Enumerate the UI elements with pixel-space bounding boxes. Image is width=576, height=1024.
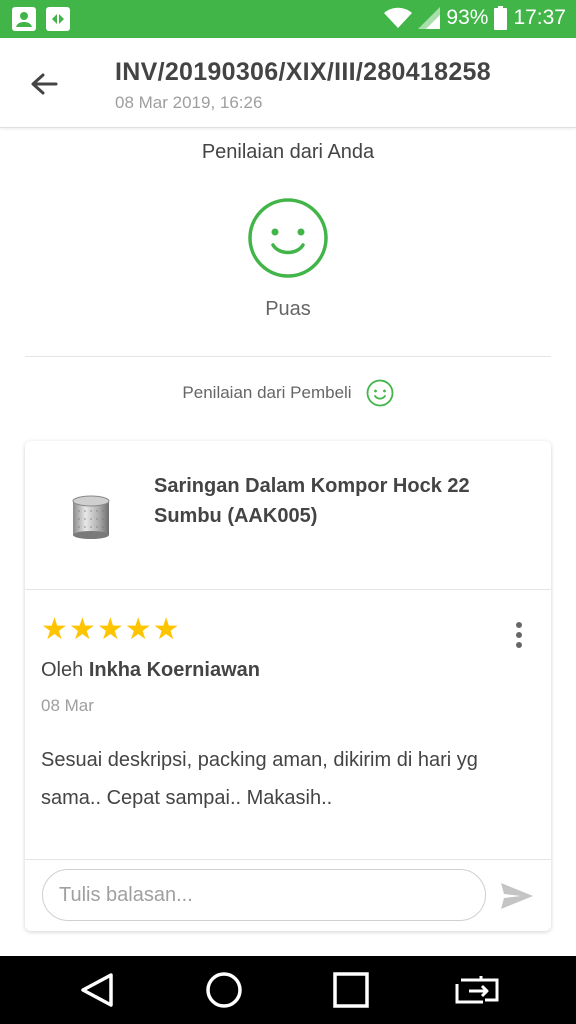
star-icon: ★ bbox=[152, 613, 180, 646]
product-name[interactable]: Saringan Dalam Kompor Hock 22 Sumbu (AAK… bbox=[154, 471, 524, 531]
card-divider bbox=[25, 859, 551, 860]
star-icon: ★ bbox=[68, 613, 96, 646]
buyer-rating-label: Penilaian dari Pembeli bbox=[182, 383, 352, 402]
reply-input[interactable] bbox=[42, 869, 486, 921]
your-rating-title: Penilaian dari Anda bbox=[201, 141, 375, 163]
review-text: Sesuai deskripsi, packing aman, dikirim … bbox=[41, 749, 478, 809]
star-rating: ★ ★ ★ ★ ★ bbox=[41, 615, 180, 645]
section-divider bbox=[25, 356, 551, 357]
signal-icon bbox=[418, 7, 441, 29]
smiley-icon bbox=[366, 379, 393, 407]
nav-home-icon bbox=[206, 972, 242, 1008]
invoice-datetime: 08 Mar 2019, 16:26 bbox=[115, 93, 263, 112]
review-date: 08 Mar bbox=[41, 696, 94, 715]
nav-home-button[interactable] bbox=[202, 970, 246, 1010]
product-image[interactable] bbox=[65, 489, 117, 541]
back-arrow-icon bbox=[31, 73, 58, 95]
rating-result-label: Puas bbox=[265, 298, 311, 320]
star-icon: ★ bbox=[41, 613, 68, 646]
battery-icon bbox=[494, 6, 508, 30]
star-icon: ★ bbox=[124, 613, 152, 646]
star-icon: ★ bbox=[96, 613, 124, 646]
battery-percent: 93% bbox=[446, 6, 489, 29]
nav-back-button[interactable] bbox=[75, 970, 119, 1010]
card-divider bbox=[25, 589, 551, 590]
wifi-icon bbox=[384, 7, 413, 28]
system-nav-bar bbox=[0, 956, 576, 1024]
contact-app-icon bbox=[12, 7, 36, 31]
smiley-icon bbox=[248, 198, 328, 278]
reviewer-name: Inkha Koerniawan bbox=[88, 659, 260, 681]
status-bar: 93% 17:37 bbox=[0, 0, 576, 38]
app-header: INV/20190306/XIX/III/280418258 08 Mar 20… bbox=[0, 38, 576, 128]
nav-switch-button[interactable] bbox=[455, 970, 499, 1010]
reviewer-prefix: Oleh bbox=[41, 659, 84, 681]
review-card: Saringan Dalam Kompor Hock 22 Sumbu (AAK… bbox=[25, 441, 551, 931]
nav-back-icon bbox=[81, 973, 113, 1007]
send-icon[interactable] bbox=[499, 881, 535, 911]
back-button[interactable] bbox=[22, 66, 66, 102]
screen-switch-icon bbox=[455, 976, 499, 1004]
invoice-number: INV/20190306/XIX/III/280418258 bbox=[115, 58, 491, 86]
nav-recents-button[interactable] bbox=[329, 970, 373, 1010]
buyer-rating: Penilaian dari Pembeli bbox=[0, 379, 576, 407]
nav-recents-icon bbox=[333, 972, 369, 1008]
store-app-icon bbox=[46, 7, 70, 31]
reviewer-line: Oleh Inkha Koerniawan bbox=[41, 659, 260, 682]
clock: 17:37 bbox=[513, 6, 566, 29]
more-vert-icon[interactable] bbox=[507, 619, 531, 651]
